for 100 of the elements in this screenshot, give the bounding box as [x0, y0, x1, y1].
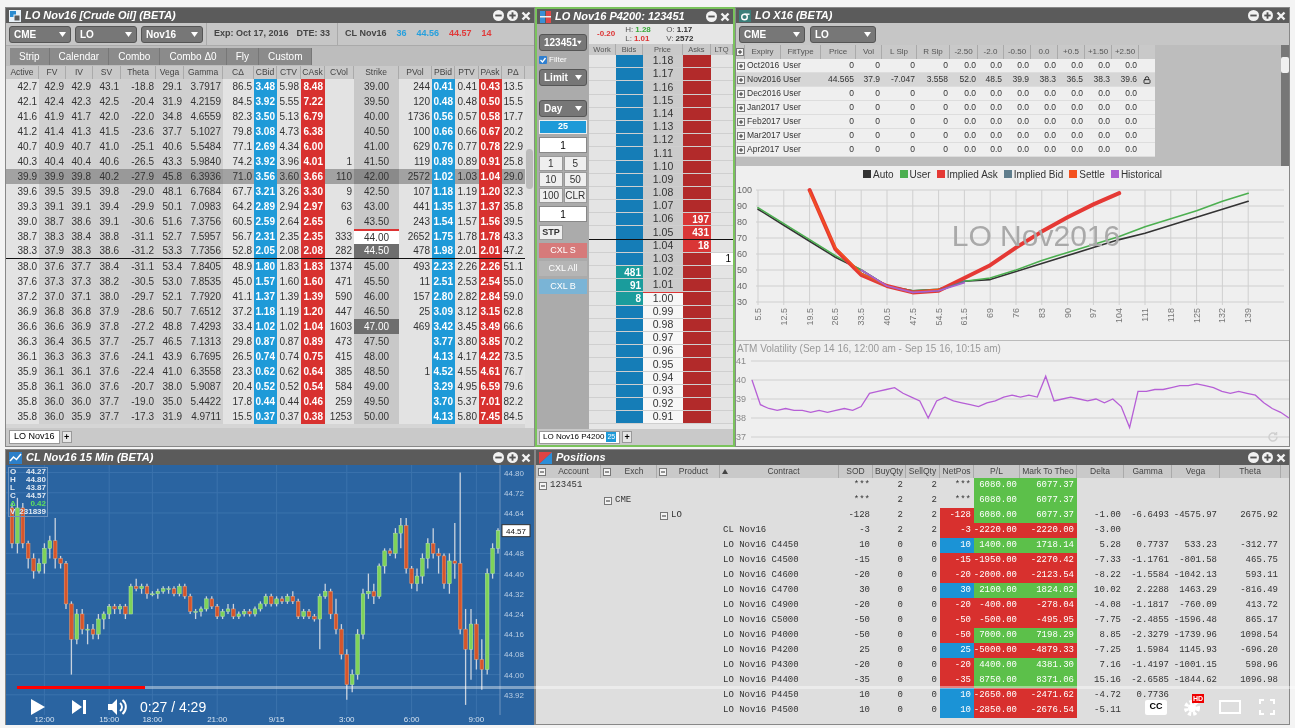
table-cell: 2.51: [432, 274, 455, 289]
table-cell: 38.2: [93, 274, 121, 289]
table-cell-text: ***: [953, 478, 972, 492]
table-cell-text: 0.0: [963, 101, 977, 114]
table-cell: 3.92: [254, 154, 277, 169]
axis-label: 70: [737, 233, 747, 243]
table-cell: -23.6: [121, 124, 156, 139]
table-cell-text: 39.9: [1011, 73, 1030, 86]
table-cell-text: ***: [852, 493, 871, 507]
table-cell-text: 0.0: [1070, 87, 1084, 100]
table-cell-text: 0: [930, 538, 938, 552]
dte-label: DTE: 33: [296, 27, 331, 41]
table-cell-text: -7.047: [889, 73, 916, 86]
axis-label: 41: [736, 356, 746, 366]
price-cell: 1.00: [643, 292, 683, 305]
table-cell: 2100.00: [974, 583, 1020, 598]
table-cell-text: 0: [909, 101, 916, 114]
table-cell: 40.4: [39, 154, 66, 169]
table-cell-text: 0.0: [1016, 129, 1030, 142]
table-cell: 3.08: [254, 124, 277, 139]
table-cell: 37.6: [93, 379, 121, 394]
price-cell: 1.01: [643, 279, 683, 292]
table-cell: 0.54: [301, 379, 325, 394]
table-cell: 40.50: [354, 124, 399, 139]
table-cell-text: 0.0: [1016, 115, 1030, 128]
axis-label: 83: [1036, 308, 1047, 318]
table-cell: 37.6: [93, 364, 121, 379]
table-cell: -26.5: [121, 154, 156, 169]
table-cell-text: 0: [909, 115, 916, 128]
table-cell: 38.4: [66, 229, 93, 244]
table-cell: 1.03: [455, 169, 479, 184]
table-cell-text: 0: [874, 143, 881, 156]
table-cell: -15: [940, 553, 974, 568]
table-cell-text: -1001.15: [1172, 658, 1218, 672]
table-cell-text: 2: [896, 478, 904, 492]
table-cell: 38.7: [39, 214, 66, 229]
table-cell: 37.6: [93, 349, 121, 364]
table-cell: 51.6: [156, 214, 184, 229]
table-cell-text: 465.75: [1244, 553, 1279, 567]
table-cell-text: -1596.48: [1172, 613, 1218, 627]
price-cell: 1.16: [643, 81, 683, 94]
table-cell: 0.56: [432, 109, 455, 124]
table-cell-text: -1.4197: [1130, 658, 1170, 672]
table-cell: 7.6512: [184, 304, 223, 319]
table-cell: 46.5: [156, 334, 184, 349]
table-cell-text: 0: [874, 87, 881, 100]
table-cell: 2.05: [254, 244, 277, 258]
table-cell: 2.80: [432, 289, 455, 304]
table-cell: 3.30: [301, 184, 325, 199]
table-cell-text: 0.0: [1124, 129, 1138, 142]
ohlc-label: H: [10, 476, 16, 484]
ohlc-label: C: [10, 492, 16, 500]
table-cell-text: -8.22: [1093, 568, 1122, 582]
table-cell-text: 2: [930, 493, 938, 507]
table-cell-text: 865.17: [1244, 613, 1279, 627]
table-cell: 39.1: [66, 199, 93, 214]
table-cell: 42.3: [66, 94, 93, 109]
table-cell: 4.52: [432, 364, 455, 379]
table-cell: 6.7695: [184, 349, 223, 364]
table-cell-text: 0.0: [989, 115, 1003, 128]
table-cell-text: -801.58: [1178, 553, 1218, 567]
table-cell-text: 1.5984: [1135, 643, 1170, 657]
table-cell: -1950.00: [974, 553, 1020, 568]
axis-label: 104: [1114, 308, 1125, 324]
axis-label: 12.5: [778, 308, 789, 326]
table-cell-text: 0: [848, 129, 855, 142]
table-cell: 36.1: [39, 364, 66, 379]
table-cell-text: 0.0: [1070, 115, 1084, 128]
table-cell-text: 413.72: [1244, 598, 1279, 612]
table-cell: 36.9: [66, 319, 93, 334]
ohlc-value: 44.80: [25, 476, 46, 484]
table-cell-text: 0.0: [1097, 59, 1111, 72]
table-cell-text: -1042.13: [1172, 568, 1218, 582]
axis-label: 90: [1062, 308, 1073, 318]
table-cell: 39.5: [66, 184, 93, 199]
table-cell-text: 0: [848, 101, 855, 114]
table-cell-text: 0.0: [989, 129, 1003, 142]
table-cell-text: User: [782, 87, 802, 100]
table-cell-text: -816.49: [1239, 583, 1279, 597]
table-cell: 36.0: [39, 394, 66, 409]
table-cell: 0.43: [479, 79, 502, 94]
table-cell: 36.4: [39, 334, 66, 349]
table-cell: 36.3: [39, 349, 66, 364]
table-cell-text: 0.0: [1043, 59, 1057, 72]
table-cell: 0.74: [254, 349, 277, 364]
ohlc-value: 44.57: [25, 492, 46, 500]
table-cell-text: 0.0: [1097, 101, 1111, 114]
axis-label: 15:00: [99, 715, 120, 724]
table-cell: 37.1: [66, 289, 93, 304]
table-cell: 3.60: [277, 169, 301, 184]
table-cell-text: 0.0: [1016, 87, 1030, 100]
table-cell: 37.0: [39, 289, 66, 304]
axis-label: 44.08: [504, 650, 525, 660]
table-cell-text: 0.0: [1070, 59, 1084, 72]
table-cell: 36.8: [39, 304, 66, 319]
axis-label: 44.16: [504, 630, 525, 640]
table-cell: 8.48: [301, 79, 325, 94]
table-cell: 3.21: [254, 184, 277, 199]
table-cell-text: 1096.98: [1239, 673, 1279, 687]
price-cell: 0.91: [643, 411, 683, 424]
